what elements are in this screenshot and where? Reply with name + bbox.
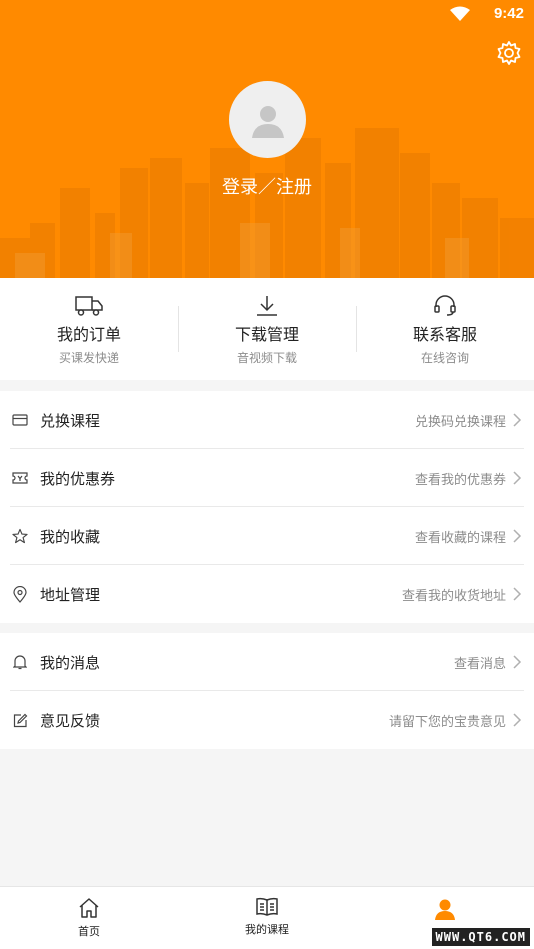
headset-icon <box>434 295 456 316</box>
download-icon <box>257 296 277 316</box>
bell-icon <box>12 654 28 670</box>
status-time: 9:42 <box>493 5 524 22</box>
profile-header: 9:42 登录／注册 <box>0 0 534 278</box>
site-watermark: WWW.QT6.COM <box>431 928 530 946</box>
chevron-right-icon <box>513 471 522 485</box>
settings-gear-icon[interactable] <box>496 40 522 66</box>
quick-action-title: 下载管理 <box>234 325 299 344</box>
my-coupons-row[interactable]: 我的优惠券 查看我的优惠券 <box>0 449 534 507</box>
row-hint: 兑换码兑换课程 <box>414 414 506 430</box>
status-bar: 9:42 <box>0 0 534 30</box>
row-label: 我的优惠券 <box>40 469 116 488</box>
menu-group-account: 兑换课程 兑换码兑换课程 我的优惠券 查看我的优惠券 我的收藏 查看收藏的课程 … <box>0 391 534 623</box>
row-hint: 查看消息 <box>453 656 506 672</box>
feedback-row[interactable]: 意见反馈 请留下您的宝贵意见 <box>0 691 534 749</box>
home-icon <box>79 898 99 918</box>
quick-action-subtitle: 音视频下载 <box>236 351 297 365</box>
chevron-right-icon <box>513 713 522 727</box>
my-messages-row[interactable]: 我的消息 查看消息 <box>0 633 534 691</box>
wifi-icon <box>450 6 470 21</box>
chevron-right-icon <box>513 529 522 543</box>
row-label: 地址管理 <box>40 585 101 604</box>
nav-label: 首页 <box>78 925 100 938</box>
quick-action-subtitle: 在线咨询 <box>420 351 469 365</box>
login-register-link[interactable]: 登录／注册 <box>0 173 534 199</box>
star-icon <box>12 528 28 544</box>
quick-action-title: 联系客服 <box>412 325 477 344</box>
edit-icon <box>12 712 28 728</box>
row-hint: 查看我的收货地址 <box>401 588 506 604</box>
row-hint: 请留下您的宝贵意见 <box>388 714 506 730</box>
nav-my-courses[interactable]: 我的课程 <box>178 887 356 949</box>
download-manager-button[interactable]: 下载管理 音视频下载 <box>178 278 356 380</box>
nav-label: 我的课程 <box>245 923 289 936</box>
row-label: 意见反馈 <box>40 711 101 730</box>
quick-actions: 我的订单 买课发快递 下载管理 音视频下载 联系客服 在线咨询 <box>0 278 534 380</box>
avatar[interactable] <box>229 81 306 158</box>
truck-icon <box>75 296 103 316</box>
chevron-right-icon <box>513 413 522 427</box>
address-management-row[interactable]: 地址管理 查看我的收货地址 <box>0 565 534 623</box>
row-label: 我的收藏 <box>40 527 101 546</box>
chevron-right-icon <box>513 655 522 669</box>
user-icon <box>435 899 455 920</box>
quick-action-subtitle: 买课发快递 <box>58 351 119 365</box>
my-favorites-row[interactable]: 我的收藏 查看收藏的课程 <box>0 507 534 565</box>
customer-service-button[interactable]: 联系客服 在线咨询 <box>356 278 534 380</box>
card-icon <box>12 412 28 428</box>
row-hint: 查看收藏的课程 <box>414 530 506 546</box>
menu-group-support: 我的消息 查看消息 意见反馈 请留下您的宝贵意见 <box>0 633 534 749</box>
coupon-icon <box>12 470 28 486</box>
location-pin-icon <box>12 585 28 603</box>
row-label: 我的消息 <box>40 653 101 672</box>
quick-action-title: 我的订单 <box>56 325 121 344</box>
row-hint: 查看我的优惠券 <box>414 472 506 488</box>
chevron-right-icon <box>513 587 522 601</box>
redeem-course-row[interactable]: 兑换课程 兑换码兑换课程 <box>0 391 534 449</box>
nav-home[interactable]: 首页 <box>0 887 178 949</box>
row-label: 兑换课程 <box>40 411 101 430</box>
book-icon <box>256 897 278 916</box>
my-orders-button[interactable]: 我的订单 买课发快递 <box>0 278 178 380</box>
default-user-icon <box>251 105 284 138</box>
